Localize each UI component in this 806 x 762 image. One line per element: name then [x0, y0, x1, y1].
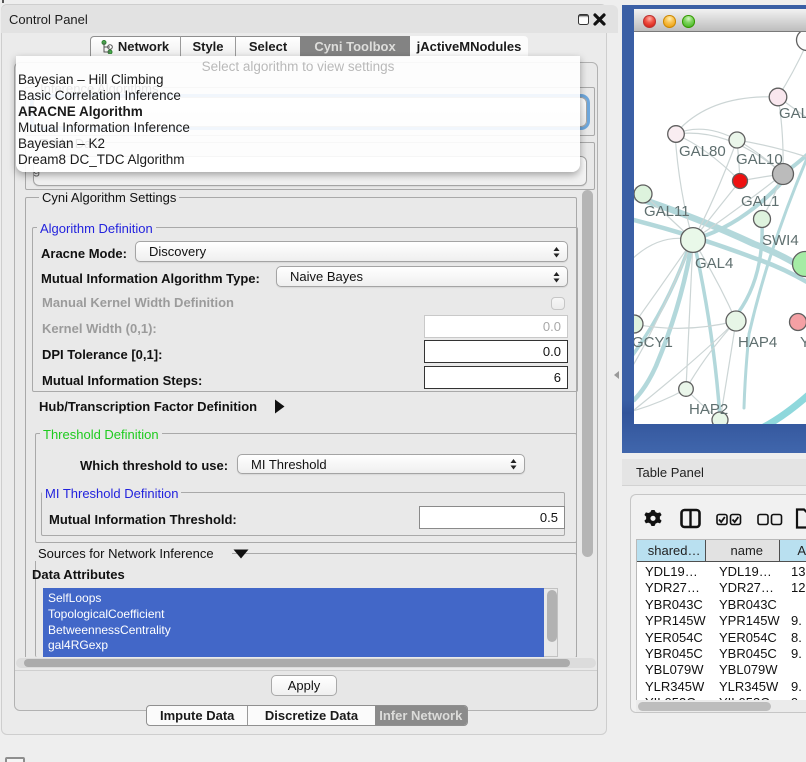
svg-text:GAL4: GAL4 — [695, 255, 733, 272]
svg-text:HAP4: HAP4 — [738, 334, 777, 351]
svg-text:GAL1: GAL1 — [741, 193, 779, 210]
svg-text:HAP2: HAP2 — [689, 401, 728, 418]
svg-text:GAL10: GAL10 — [736, 151, 783, 168]
svg-text:GCY1: GCY1 — [634, 334, 673, 351]
svg-text:SWI4: SWI4 — [762, 232, 799, 249]
svg-text:GAL80: GAL80 — [679, 143, 726, 160]
svg-text:GAL11: GAL11 — [644, 203, 690, 220]
svg-text:Y: Y — [800, 334, 806, 351]
svg-text:GAL7: GAL7 — [779, 105, 806, 122]
